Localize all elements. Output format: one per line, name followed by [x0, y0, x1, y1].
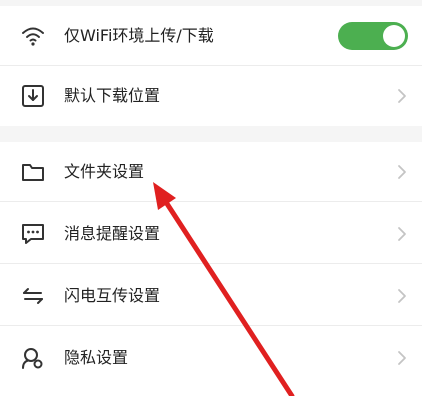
row-label-folder-settings: 文件夹设置 — [64, 162, 145, 181]
row-label-message-reminder: 消息提醒设置 — [64, 224, 161, 243]
settings-group-general: 文件夹设置 消息提醒设置 闪电互传设置 隐私设置 — [0, 142, 422, 396]
divider — [0, 263, 422, 264]
privacy-icon — [20, 346, 46, 370]
chevron-right-icon — [396, 88, 408, 104]
chevron-right-icon — [396, 164, 408, 180]
row-label-privacy: 隐私设置 — [64, 348, 129, 367]
row-folder-settings[interactable]: 文件夹设置 — [0, 142, 422, 202]
row-privacy-settings[interactable]: 隐私设置 — [0, 328, 422, 388]
divider — [0, 325, 422, 326]
download-icon — [20, 84, 46, 108]
chevron-right-icon — [396, 350, 408, 366]
transfer-icon — [20, 284, 46, 308]
row-message-reminder-settings[interactable]: 消息提醒设置 — [0, 204, 422, 264]
toggle-knob — [383, 25, 405, 47]
divider — [0, 201, 422, 202]
chevron-right-icon — [396, 288, 408, 304]
row-wifi-only[interactable]: 仅WiFi环境上传/下载 — [0, 6, 422, 66]
wifi-only-toggle[interactable] — [338, 22, 408, 50]
settings-group-network: 仅WiFi环境上传/下载 默认下载位置 — [0, 6, 422, 126]
chevron-right-icon — [396, 226, 408, 242]
folder-icon — [20, 160, 46, 184]
row-label-default-download: 默认下载位置 — [64, 86, 161, 105]
row-flash-transfer-settings[interactable]: 闪电互传设置 — [0, 266, 422, 326]
row-label-wifi-only: 仅WiFi环境上传/下载 — [64, 26, 214, 45]
wifi-icon — [20, 24, 46, 48]
message-icon — [20, 222, 46, 246]
row-default-download-location[interactable]: 默认下载位置 — [0, 66, 422, 126]
row-label-flash-transfer: 闪电互传设置 — [64, 286, 161, 305]
